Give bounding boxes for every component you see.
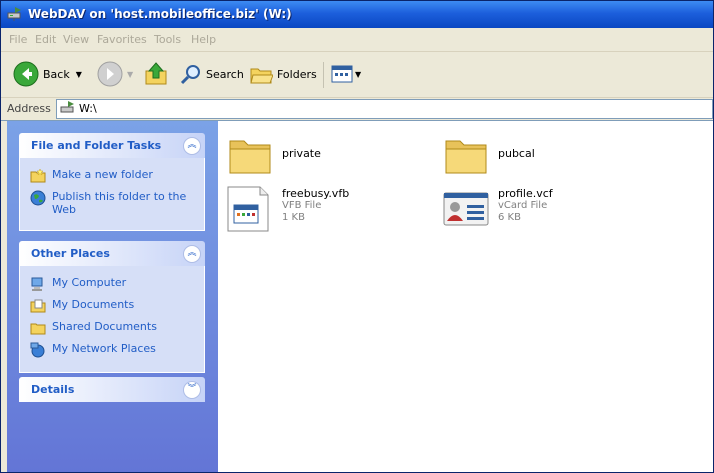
address-label: Address [7, 102, 51, 115]
panel-header[interactable]: File and Folder Tasks ︽ [19, 133, 205, 158]
shared-folder-icon [30, 323, 46, 335]
back-arrow-icon [13, 61, 39, 87]
documents-folder-icon [30, 299, 46, 313]
panel-body: Make a new folder Publish this folder to… [19, 158, 205, 231]
place-my-computer[interactable]: My Computer [30, 276, 194, 292]
task-label: Publish this folder to the Web [52, 190, 187, 216]
panel-title: File and Folder Tasks [31, 139, 162, 152]
folder-icon [229, 140, 271, 174]
new-folder-icon [30, 168, 46, 183]
file-folder-tasks-panel: File and Folder Tasks ︽ Make a new folde… [19, 133, 205, 231]
place-label: Shared Documents [52, 320, 157, 333]
toolbar: Back ▼ ▼ Search Folders ▼ [1, 52, 713, 98]
explorer-window: WebDAV on 'host.mobileoffice.biz' (W:) F… [0, 0, 714, 473]
file-name: freebusy.vfb [282, 187, 350, 200]
back-dropdown-icon[interactable]: ▼ [76, 70, 82, 79]
panel-header[interactable]: Details ︾ [19, 377, 205, 402]
other-places-panel: Other Places ︽ My Computer My Documents … [19, 241, 205, 373]
folder-item-pubcal[interactable]: pubcal [442, 133, 535, 181]
folder-icon [445, 140, 487, 174]
collapse-chevron-icon[interactable]: ︽ [183, 245, 201, 263]
expand-chevron-icon[interactable]: ︾ [183, 381, 201, 399]
folder-item-private[interactable]: private [226, 133, 321, 181]
views-dropdown-icon[interactable]: ▼ [355, 70, 361, 79]
forward-dropdown-icon[interactable]: ▼ [127, 70, 133, 79]
menu-edit[interactable]: Edit [35, 33, 56, 46]
search-button[interactable]: Search [179, 58, 244, 90]
content-area: File and Folder Tasks ︽ Make a new folde… [1, 120, 713, 472]
task-pane: File and Folder Tasks ︽ Make a new folde… [7, 121, 218, 472]
folders-button[interactable]: Folders [249, 58, 317, 90]
details-panel: Details ︾ [19, 377, 205, 402]
globe-icon [30, 190, 46, 206]
task-label: Make a new folder [52, 168, 153, 181]
computer-icon [31, 277, 43, 291]
forward-button[interactable]: ▼ [97, 58, 133, 90]
file-name: profile.vcf [498, 187, 553, 200]
file-type: vCard File [498, 200, 548, 211]
place-label: My Documents [52, 298, 135, 311]
window-title: WebDAV on 'host.mobileoffice.biz' (W:) [28, 7, 292, 21]
menu-bar: File Edit View Favorites Tools Help [1, 28, 713, 52]
vfb-file-icon [227, 186, 269, 232]
search-icon [180, 65, 200, 85]
make-new-folder-link[interactable]: Make a new folder [30, 168, 194, 184]
panel-title: Other Places [31, 247, 110, 260]
menu-file[interactable]: File [9, 33, 27, 46]
menu-help[interactable]: Help [191, 33, 216, 46]
up-folder-button[interactable] [143, 58, 169, 90]
publish-to-web-link[interactable]: Publish this folder to the Web [30, 190, 194, 216]
vcard-file-icon [443, 192, 489, 226]
folders-label: Folders [277, 67, 317, 81]
views-button[interactable]: ▼ [331, 58, 361, 90]
network-places-icon [30, 342, 45, 358]
up-folder-icon [145, 62, 167, 85]
file-size: 6 KB [498, 212, 521, 223]
forward-arrow-icon [97, 61, 123, 87]
menu-tools[interactable]: Tools [154, 33, 181, 46]
place-my-network-places[interactable]: My Network Places [30, 342, 194, 358]
folders-icon [250, 68, 273, 84]
panel-body: My Computer My Documents Shared Document… [19, 266, 205, 373]
collapse-chevron-icon[interactable]: ︽ [183, 137, 201, 155]
address-value: W:\ [79, 102, 97, 115]
address-bar: Address W:\ [1, 98, 713, 120]
back-label: Back [43, 67, 70, 81]
file-size: 1 KB [282, 212, 305, 223]
toolbar-separator [323, 62, 324, 88]
file-type: VFB File [282, 200, 322, 211]
file-name: private [282, 147, 321, 160]
address-field[interactable]: W:\ [56, 99, 713, 119]
network-drive-icon [60, 101, 74, 113]
menu-favorites[interactable]: Favorites [97, 33, 147, 46]
file-name: pubcal [498, 147, 535, 160]
menu-view[interactable]: View [63, 33, 89, 46]
panel-header[interactable]: Other Places ︽ [19, 241, 205, 266]
file-item-freebusy[interactable]: freebusy.vfb VFB File 1 KB [226, 185, 349, 233]
network-drive-icon [7, 7, 21, 21]
back-button[interactable]: Back ▼ [13, 58, 82, 90]
place-label: My Computer [52, 276, 127, 289]
place-label: My Network Places [52, 342, 156, 355]
title-bar[interactable]: WebDAV on 'host.mobileoffice.biz' (W:) [1, 1, 713, 28]
search-label: Search [206, 67, 244, 81]
place-shared-documents[interactable]: Shared Documents [30, 320, 194, 336]
file-list: private pubcal freebusy.vfb VFB File 1 K… [218, 121, 713, 472]
views-icon [331, 65, 353, 83]
file-item-profile[interactable]: profile.vcf vCard File 6 KB [442, 185, 553, 233]
panel-title: Details [31, 383, 75, 396]
place-my-documents[interactable]: My Documents [30, 298, 194, 314]
